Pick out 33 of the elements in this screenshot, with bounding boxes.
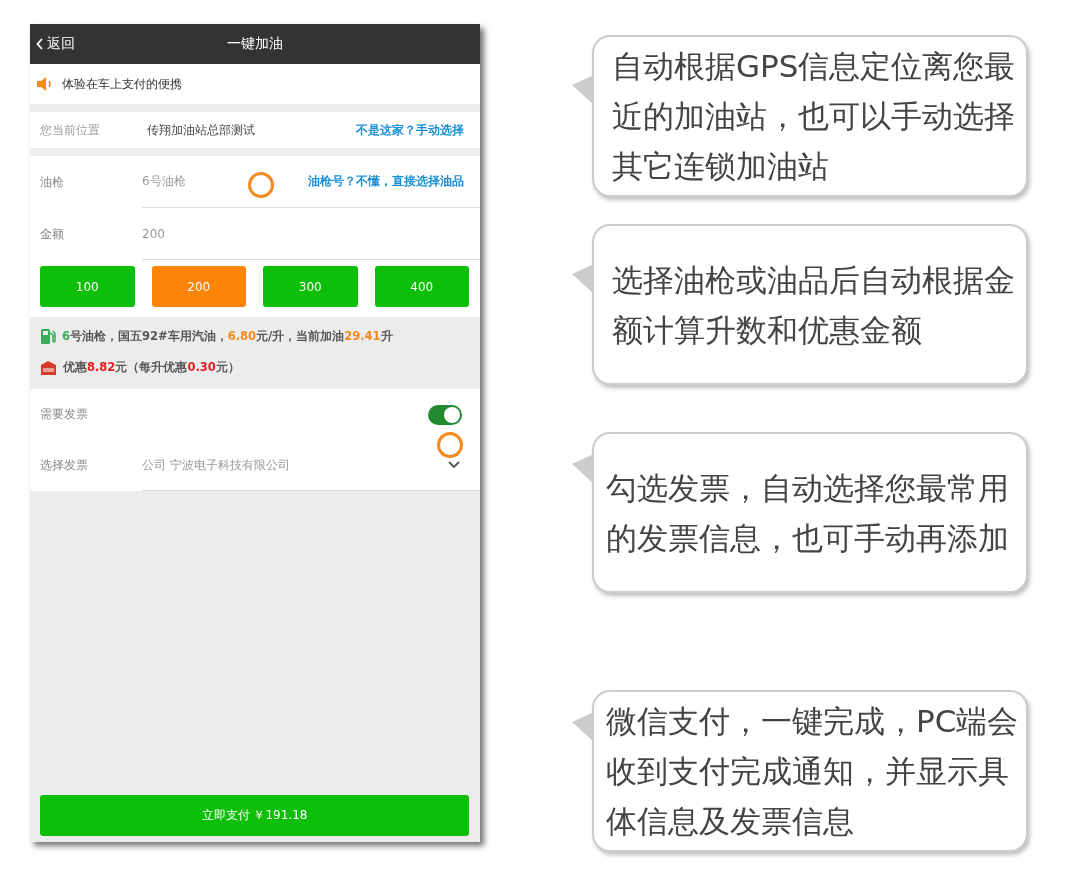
callout-text: 选择油枪或油品后自动根据金额计算升数和优惠金额 <box>611 260 1016 350</box>
callout-text: 微信支付，一键完成，PC端会收到支付完成通知，并显示具体信息及发票信息 <box>605 702 1020 841</box>
invoice-toggle[interactable] <box>428 404 462 425</box>
discount-tag-icon <box>40 359 57 376</box>
back-button[interactable]: 返回 <box>30 35 120 53</box>
info-text: 6号油枪，国五92#车用汽油，6.80元/升，当前加油29.41升 <box>62 329 393 344</box>
amount-button[interactable]: 200 <box>151 266 246 307</box>
pay-button[interactable]: 立即支付 ￥191.18 <box>40 795 469 836</box>
amount-button[interactable]: 300 <box>263 266 358 307</box>
amount-button[interactable]: 400 <box>374 266 469 307</box>
tap-indicator-icon <box>437 432 463 458</box>
callout-text: 勾选发票，自动选择您最常用的发票信息，也可手动再添加 <box>605 468 1010 558</box>
input-field[interactable]: 6号油枪 油枪号？不懂，直接选择油品 <box>142 156 480 208</box>
location-value: 传翔加油站总部测试 <box>147 121 256 139</box>
amount-button[interactable]: 100 <box>40 266 135 307</box>
invoice-select-label: 选择发票 <box>39 457 89 474</box>
invoice-select[interactable]: 公司 宁波电子科技有限公司 <box>142 440 480 491</box>
callout-text: 自动根据GPS信息定位离您最近的加油站，也可以手动选择其它连锁加油站 <box>611 47 1017 186</box>
info-text: 优惠8.82元（每升优惠0.30元） <box>63 360 240 375</box>
tap-indicator-icon <box>248 172 274 198</box>
field-label: 金额 <box>39 225 65 243</box>
change-station-link[interactable]: 不是这家？手动选择 <box>356 121 464 139</box>
select-fuel-link[interactable]: 油枪号？不懂，直接选择油品 <box>308 173 464 190</box>
input-field[interactable]: 200 <box>142 208 480 260</box>
fuel-pump-icon <box>40 328 56 345</box>
field-label: 油枪 <box>39 173 65 191</box>
speaker-icon <box>36 76 54 92</box>
location-label: 您当前位置 <box>40 121 101 139</box>
back-chevron-icon <box>36 38 44 50</box>
chevron-down-icon <box>448 461 460 469</box>
invoice-toggle-label: 需要发票 <box>39 406 89 423</box>
notice-text: 体验在车上支付的便携 <box>62 75 182 93</box>
page-title: 一键加油 <box>226 35 284 53</box>
